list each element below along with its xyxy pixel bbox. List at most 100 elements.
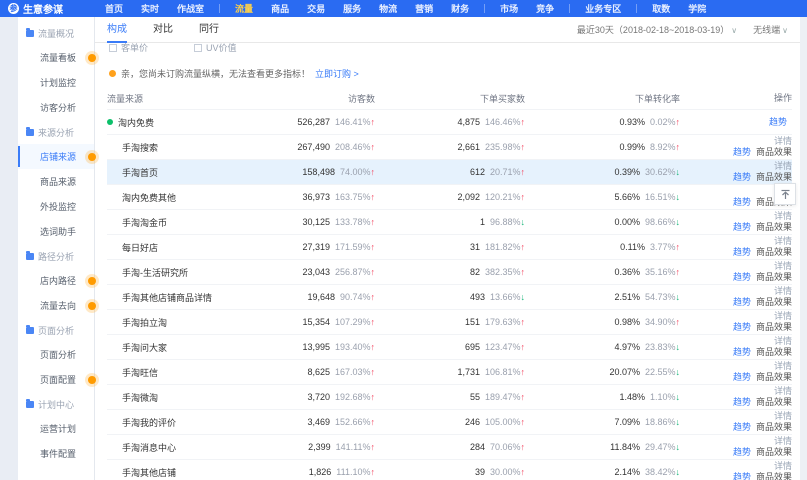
product-effect-link[interactable]: 商品效果 (756, 422, 792, 432)
nav-item-物流[interactable]: 物流 (370, 2, 406, 15)
detail-link[interactable]: 详情 (774, 211, 792, 221)
nav-item-流量[interactable]: 流量 (226, 2, 262, 15)
product-effect-link[interactable]: 商品效果 (756, 472, 792, 480)
sidebar-item-运营计划[interactable]: 运营计划 (18, 416, 94, 441)
trend-link[interactable]: 趋势 (733, 222, 751, 232)
product-effect-link[interactable]: 商品效果 (756, 397, 792, 407)
metric-checkbox-客单价[interactable]: 客单价 (109, 43, 148, 54)
sidebar-item-流量去向[interactable]: 流量去向 (18, 293, 94, 318)
product-effect-link[interactable]: 商品效果 (756, 247, 792, 257)
source-name[interactable]: 手淘消息中心 (122, 441, 176, 454)
nav-item-取数[interactable]: 取数 (643, 2, 679, 15)
back-to-top-button[interactable] (774, 183, 796, 205)
detail-link[interactable]: 详情 (774, 261, 792, 271)
detail-link[interactable]: 详情 (774, 236, 792, 246)
source-name[interactable]: 手淘其他店铺 (122, 466, 176, 479)
trend-link[interactable]: 趋势 (733, 297, 751, 307)
nav-item-服务[interactable]: 服务 (334, 2, 370, 15)
source-name[interactable]: 淘内免费 (118, 116, 154, 129)
trend-link[interactable]: 趋势 (733, 397, 751, 407)
source-name[interactable]: 手淘问大家 (122, 341, 167, 354)
trend-link[interactable]: 趋势 (733, 172, 751, 182)
trend-link[interactable]: 趋势 (733, 247, 751, 257)
product-effect-link[interactable]: 商品效果 (756, 322, 792, 332)
trend-link[interactable]: 趋势 (733, 147, 751, 157)
conversion-rate-change: 3.77% (650, 242, 676, 252)
source-name[interactable]: 每日好店 (122, 241, 158, 254)
detail-link[interactable]: 详情 (774, 286, 792, 296)
source-name[interactable]: 手淘首页 (122, 166, 158, 179)
tab-同行[interactable]: 同行 (199, 17, 219, 43)
product-effect-link[interactable]: 商品效果 (756, 147, 792, 157)
source-name[interactable]: 手淘其他店铺商品详情 (122, 291, 212, 304)
subscribe-now-link[interactable]: 立即订购 > (315, 67, 359, 80)
visitors-value: 3,469 (307, 417, 330, 427)
product-effect-link[interactable]: 商品效果 (756, 372, 792, 382)
sidebar-item-店内路径[interactable]: 店内路径 (18, 268, 94, 293)
trend-link[interactable]: 趋势 (733, 322, 751, 332)
sidebar-item-选词助手[interactable]: 选词助手 (18, 219, 94, 244)
nav-item-学院[interactable]: 学院 (679, 2, 715, 15)
expand-dot-icon[interactable] (107, 119, 113, 125)
nav-item-竞争[interactable]: 竞争 (527, 2, 563, 15)
trend-link[interactable]: 趋势 (733, 347, 751, 357)
sidebar-item-页面分析[interactable]: 页面分析 (18, 342, 94, 367)
source-name[interactable]: 手淘旺信 (122, 366, 158, 379)
trend-link[interactable]: 趋势 (733, 422, 751, 432)
product-effect-link[interactable]: 商品效果 (756, 447, 792, 457)
nav-item-财务[interactable]: 财务 (442, 2, 478, 15)
nav-item-业务专区[interactable]: 业务专区 (576, 2, 630, 15)
source-name[interactable]: 淘内免费其他 (122, 191, 176, 204)
tab-对比[interactable]: 对比 (153, 17, 173, 43)
nav-item-首页[interactable]: 首页 (96, 2, 132, 15)
nav-item-作战室[interactable]: 作战室 (168, 2, 213, 15)
source-name[interactable]: 手淘我的评价 (122, 416, 176, 429)
trend-link[interactable]: 趋势 (733, 197, 751, 207)
sidebar-item-事件配置[interactable]: 事件配置 (18, 441, 94, 466)
detail-link[interactable]: 详情 (774, 361, 792, 371)
detail-link[interactable]: 详情 (774, 386, 792, 396)
sidebar-item-流量看板[interactable]: 流量看板 (18, 45, 94, 70)
detail-link[interactable]: 详情 (774, 161, 792, 171)
detail-link[interactable]: 详情 (774, 311, 792, 321)
sidebar-item-页面配置[interactable]: 页面配置 (18, 367, 94, 392)
detail-link[interactable]: 详情 (774, 336, 792, 346)
trend-link[interactable]: 趋势 (733, 447, 751, 457)
terminal-dropdown[interactable]: 无线端∨ (753, 23, 788, 36)
nav-item-市场[interactable]: 市场 (491, 2, 527, 15)
checkbox-icon[interactable] (194, 44, 202, 52)
detail-link[interactable]: 详情 (774, 136, 792, 146)
sidebar-item-计划监控[interactable]: 计划监控 (18, 70, 94, 95)
metric-checkbox-UV价值[interactable]: UV价值 (194, 43, 237, 54)
source-name[interactable]: 手淘-生活研究所 (122, 266, 188, 279)
detail-link[interactable]: 详情 (774, 461, 792, 471)
source-name[interactable]: 手淘搜索 (122, 141, 158, 154)
source-name[interactable]: 手淘拍立淘 (122, 316, 167, 329)
nav-item-交易[interactable]: 交易 (298, 2, 334, 15)
product-effect-link[interactable]: 商品效果 (756, 297, 792, 307)
nav-item-实时[interactable]: 实时 (132, 2, 168, 15)
detail-link[interactable]: 详情 (774, 411, 792, 421)
product-effect-link[interactable]: 商品效果 (756, 272, 792, 282)
date-range-dropdown[interactable]: 最近30天（2018-02-18~2018-03-19）∨ (577, 23, 737, 36)
nav-item-商品[interactable]: 商品 (262, 2, 298, 15)
sidebar-item-店铺来源[interactable]: 店铺来源 (18, 144, 94, 169)
source-name[interactable]: 手淘微淘 (122, 391, 158, 404)
tab-构成[interactable]: 构成 (107, 17, 127, 43)
nav-item-营销[interactable]: 营销 (406, 2, 442, 15)
trend-link[interactable]: 趋势 (733, 372, 751, 382)
product-effect-link[interactable]: 商品效果 (756, 172, 792, 182)
trend-link[interactable]: 趋势 (733, 272, 751, 282)
sidebar-item-外投监控[interactable]: 外投监控 (18, 194, 94, 219)
sidebar-item-访客分析[interactable]: 访客分析 (18, 95, 94, 120)
checkbox-icon[interactable] (109, 44, 117, 52)
product-effect-link[interactable]: 商品效果 (756, 222, 792, 232)
product-effect-link[interactable]: 商品效果 (756, 347, 792, 357)
sidebar-item-商品来源[interactable]: 商品来源 (18, 169, 94, 194)
source-name[interactable]: 手淘淘金币 (122, 216, 167, 229)
detail-link[interactable]: 详情 (774, 436, 792, 446)
app-brand[interactable]: 参 生意参谋 (8, 1, 63, 16)
buyers-value: 39 (475, 467, 485, 477)
trend-link[interactable]: 趋势 (733, 472, 751, 480)
trend-link[interactable]: 趋势 (769, 117, 787, 127)
